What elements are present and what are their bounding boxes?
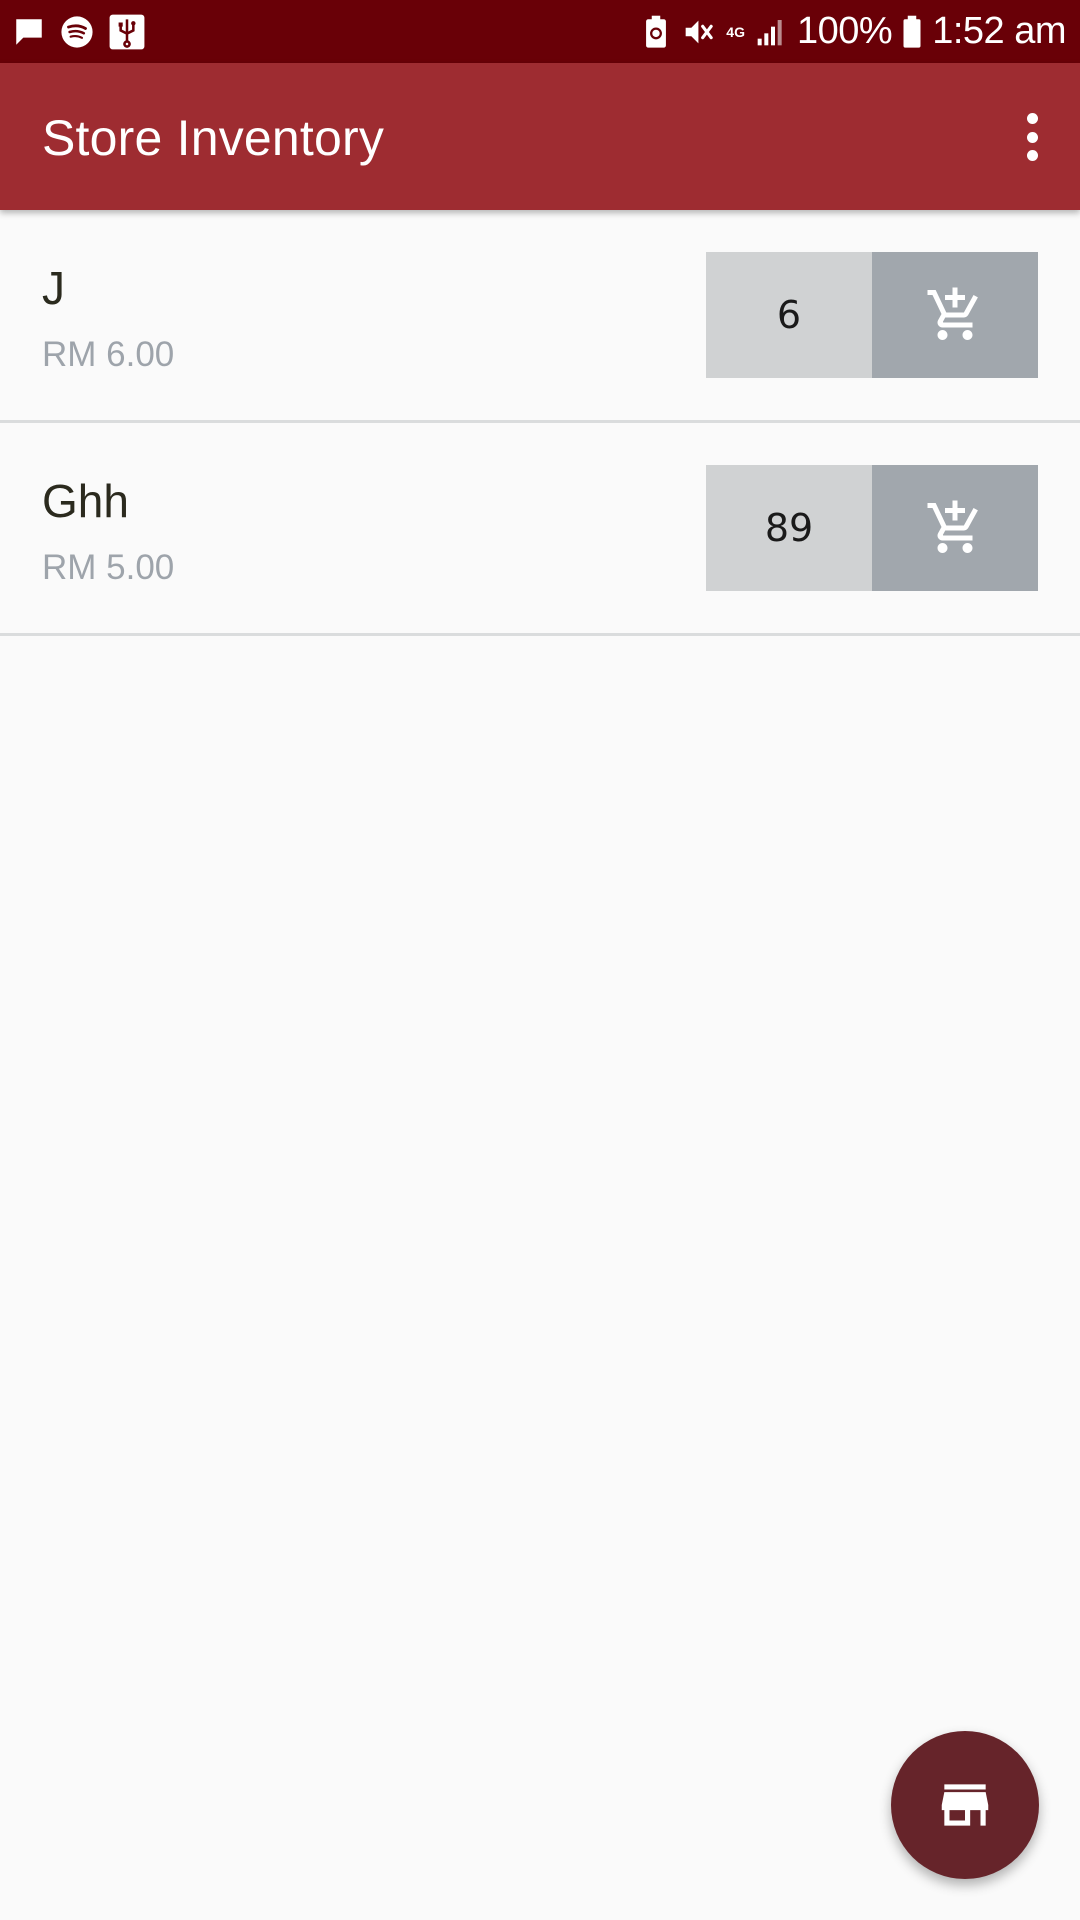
- status-bar: 4G 100% 1:52 am: [0, 0, 1080, 63]
- system-status: 4G 100% 1:52 am: [634, 10, 1066, 53]
- network-4g-icon: 4G: [726, 23, 745, 40]
- usb-icon: [108, 13, 146, 51]
- add-to-cart-button[interactable]: [872, 465, 1038, 591]
- item-price: RM 5.00: [42, 548, 175, 587]
- signal-icon: [755, 16, 787, 48]
- item-price: RM 6.00: [42, 335, 175, 374]
- add-shopping-cart-icon: [927, 287, 978, 340]
- battery-percentage: 100%: [796, 10, 893, 52]
- menu-dot: [1026, 131, 1038, 143]
- battery-icon: [902, 15, 922, 49]
- message-icon: [12, 15, 46, 49]
- add-shopping-cart-icon: [927, 500, 978, 553]
- vibrate-mute-icon: [678, 15, 716, 49]
- quantity-display: 6: [706, 252, 872, 378]
- list-item[interactable]: J RM 6.00 6: [0, 210, 1080, 423]
- app-bar: Store Inventory: [0, 63, 1080, 210]
- more-vert-icon[interactable]: [1010, 107, 1054, 167]
- battery-saver-icon: [644, 15, 668, 49]
- page-title: Store Inventory: [42, 110, 385, 166]
- add-to-cart-button[interactable]: [872, 252, 1038, 378]
- spotify-icon: [60, 15, 94, 49]
- clock: 1:52 am: [932, 10, 1066, 52]
- menu-dot: [1026, 113, 1038, 124]
- store-fab-button[interactable]: [891, 1731, 1039, 1879]
- inventory-list: J RM 6.00 6 Ghh RM 5.00 89: [0, 210, 1080, 636]
- item-name: J: [42, 262, 65, 314]
- list-item[interactable]: Ghh RM 5.00 89: [0, 423, 1080, 636]
- item-name: Ghh: [42, 475, 129, 527]
- store-icon: [941, 1784, 989, 1826]
- quantity-display: 89: [706, 465, 872, 591]
- notification-icons: [12, 13, 160, 51]
- menu-dot: [1026, 150, 1038, 161]
